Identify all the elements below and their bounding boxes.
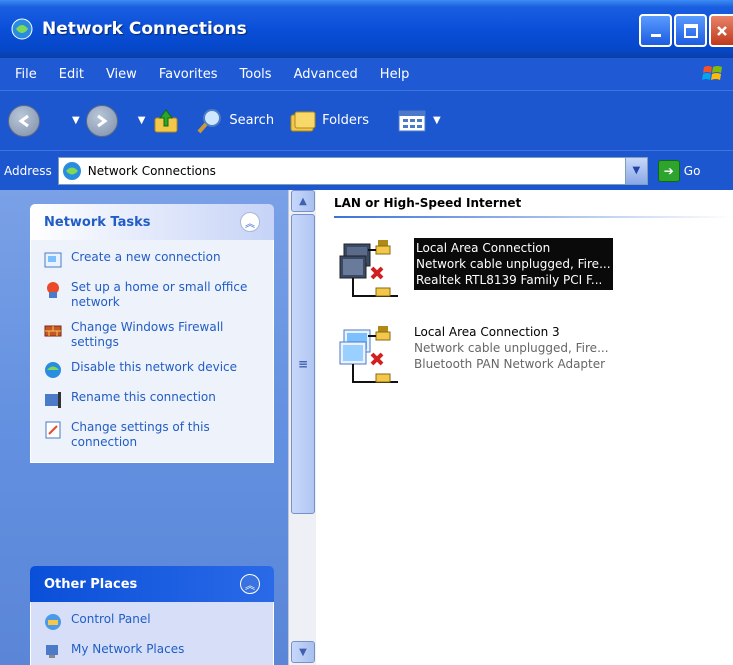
window-title: Network Connections: [42, 19, 247, 39]
back-button[interactable]: [8, 104, 40, 137]
search-label: Search: [229, 113, 275, 128]
search-icon: [197, 108, 222, 133]
address-bar: Address Network Connections ▼ ➔ Go: [0, 150, 733, 190]
views-button[interactable]: ▼: [397, 108, 447, 134]
new-connection-icon: [44, 252, 62, 268]
task-home-network[interactable]: Set up a home or small office network: [43, 280, 261, 310]
rename-icon: [45, 392, 61, 408]
control-panel-icon: [45, 614, 61, 630]
settings-icon: [45, 421, 61, 439]
address-dropdown-icon[interactable]: ▼: [624, 157, 647, 184]
scroll-down-icon[interactable]: ▼: [291, 641, 315, 663]
scroll-thumb[interactable]: ≡: [291, 214, 315, 514]
go-arrow-icon: ➔: [657, 159, 680, 182]
connection-device: Realtek RTL8139 Family PCI F...: [416, 273, 603, 287]
up-folder-button[interactable]: [151, 106, 181, 136]
forward-button[interactable]: [85, 104, 118, 137]
connections-view: LAN or High-Speed Internet Local Area Co…: [316, 190, 733, 665]
menu-file[interactable]: File: [4, 67, 48, 82]
minimize-icon: [650, 33, 661, 37]
close-button[interactable]: [709, 14, 733, 47]
collapse-icon[interactable]: ︽: [240, 212, 260, 232]
task-disable-device[interactable]: Disable this network device: [43, 360, 261, 380]
collapse-icon[interactable]: ︽: [240, 574, 260, 594]
vertical-scrollbar[interactable]: ▲ ≡ ▼: [288, 190, 316, 665]
back-dropdown-icon[interactable]: ▼: [72, 115, 80, 126]
disconnected-network-icon: [339, 326, 398, 383]
address-field[interactable]: Network Connections ▼: [57, 156, 648, 185]
forward-arrow-icon: [85, 104, 118, 137]
network-connections-icon: [11, 18, 33, 40]
network-tasks-panel: Network Tasks ︽ Create a new connection …: [30, 204, 274, 463]
disable-device-icon: [45, 362, 61, 378]
place-control-panel[interactable]: Control Panel: [43, 612, 261, 632]
connection-status: Network cable unplugged, Fire...: [416, 257, 611, 271]
up-folder-icon: [154, 108, 178, 132]
group-divider: [334, 216, 733, 218]
network-places-icon: [46, 645, 58, 658]
go-label: Go: [683, 163, 701, 178]
connection-label: Local Area Connection Network cable unpl…: [414, 238, 613, 290]
back-arrow-icon: [8, 104, 40, 137]
task-firewall[interactable]: Change Windows Firewall settings: [43, 320, 261, 350]
group-header: LAN or High-Speed Internet: [334, 196, 522, 210]
network-tasks-body: Create a new connection Set up a home or…: [30, 240, 274, 463]
folders-button[interactable]: Folders: [288, 106, 369, 136]
maximize-button[interactable]: [674, 14, 707, 47]
connection-name: Local Area Connection 3: [414, 325, 560, 339]
network-tasks-title: Network Tasks: [44, 214, 151, 230]
folders-icon: [290, 111, 316, 131]
other-places-header[interactable]: Other Places ︽: [30, 566, 274, 602]
connection-name: Local Area Connection: [416, 241, 551, 255]
go-button[interactable]: ➔ Go: [657, 159, 701, 182]
connection-device: Bluetooth PAN Network Adapter: [414, 357, 606, 371]
other-places-panel: Other Places ︽ Control Panel My Network …: [30, 566, 274, 665]
address-label: Address: [4, 163, 52, 178]
connection-status: Network cable unplugged, Fire...: [414, 341, 609, 355]
views-icon: [398, 110, 426, 131]
task-change-settings[interactable]: Change settings of this connection: [43, 420, 261, 450]
other-places-title: Other Places: [44, 576, 138, 592]
menu-tools[interactable]: Tools: [229, 67, 283, 82]
disconnected-network-icon: [339, 240, 398, 297]
task-create-connection[interactable]: Create a new connection: [43, 250, 261, 270]
menu-advanced[interactable]: Advanced: [283, 67, 369, 82]
menu-favorites[interactable]: Favorites: [148, 67, 229, 82]
menu-edit[interactable]: Edit: [48, 67, 95, 82]
network-tasks-header[interactable]: Network Tasks ︽: [30, 204, 274, 240]
other-places-body: Control Panel My Network Places: [30, 602, 274, 665]
task-rename[interactable]: Rename this connection: [43, 390, 261, 410]
connection-item[interactable]: Local Area Connection 3 Network cable un…: [338, 324, 609, 392]
firewall-icon: [44, 325, 62, 337]
search-button[interactable]: Search: [195, 106, 274, 136]
minimize-button[interactable]: [639, 14, 672, 47]
views-dropdown-icon: ▼: [433, 115, 441, 126]
menu-help[interactable]: Help: [369, 67, 421, 82]
windows-logo-icon: [693, 58, 733, 90]
menu-bar: File Edit View Favorites Tools Advanced …: [0, 58, 733, 90]
maximize-icon: [683, 23, 698, 38]
address-value: Network Connections: [87, 163, 216, 178]
scroll-up-icon[interactable]: ▲: [291, 190, 315, 212]
forward-dropdown-icon[interactable]: ▼: [138, 115, 146, 126]
toolbar: ▼ ▼ Search Folders ▼: [0, 90, 733, 150]
close-icon: [717, 25, 727, 36]
network-connections-icon: [62, 161, 81, 180]
home-network-icon: [47, 282, 59, 298]
place-my-network-places[interactable]: My Network Places: [43, 642, 261, 662]
task-pane: Network Tasks ︽ Create a new connection …: [0, 190, 288, 665]
folders-label: Folders: [322, 113, 370, 128]
connection-label: Local Area Connection 3 Network cable un…: [414, 324, 609, 372]
connection-item[interactable]: Local Area Connection Network cable unpl…: [338, 238, 613, 306]
menu-view[interactable]: View: [95, 67, 148, 82]
window-controls: [639, 14, 733, 47]
title-bar: Network Connections: [0, 0, 733, 58]
